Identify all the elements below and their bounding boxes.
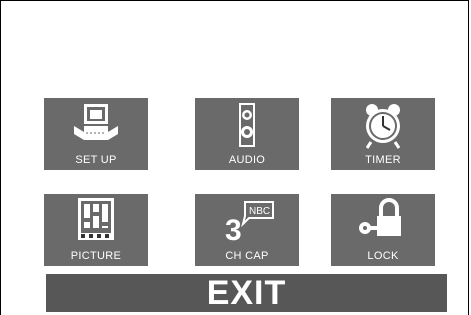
picture-button[interactable]: PICTURE [44,194,148,266]
ch-cap-label: CH CAP [225,250,269,262]
ch-cap-button[interactable]: 3 NBC CH CAP [195,194,299,266]
exit-button[interactable]: EXIT [46,274,447,312]
lock-label: LOCK [367,250,399,262]
picture-adjust-icon [78,198,114,240]
setup-button[interactable]: SET UP [44,98,148,170]
timer-button[interactable]: TIMER [331,98,435,170]
timer-label: TIMER [365,154,401,166]
channel-caption-icon: 3 NBC [225,201,274,247]
audio-label: AUDIO [228,154,266,166]
menu-screen: SET UP AUDIO TIMER PICTURE 3 NBC CH CAP … [0,0,469,315]
key-lock-icon [359,198,401,236]
tv-setup-icon [74,104,118,140]
setup-label: SET UP [75,154,117,166]
channel-number-text: 3 [225,214,242,247]
lock-button[interactable]: LOCK [331,194,435,266]
speaker-icon [239,103,255,147]
network-name-text: NBC [249,206,270,217]
alarm-clock-icon [365,104,401,149]
picture-label: PICTURE [70,250,122,262]
audio-button[interactable]: AUDIO [195,98,299,170]
